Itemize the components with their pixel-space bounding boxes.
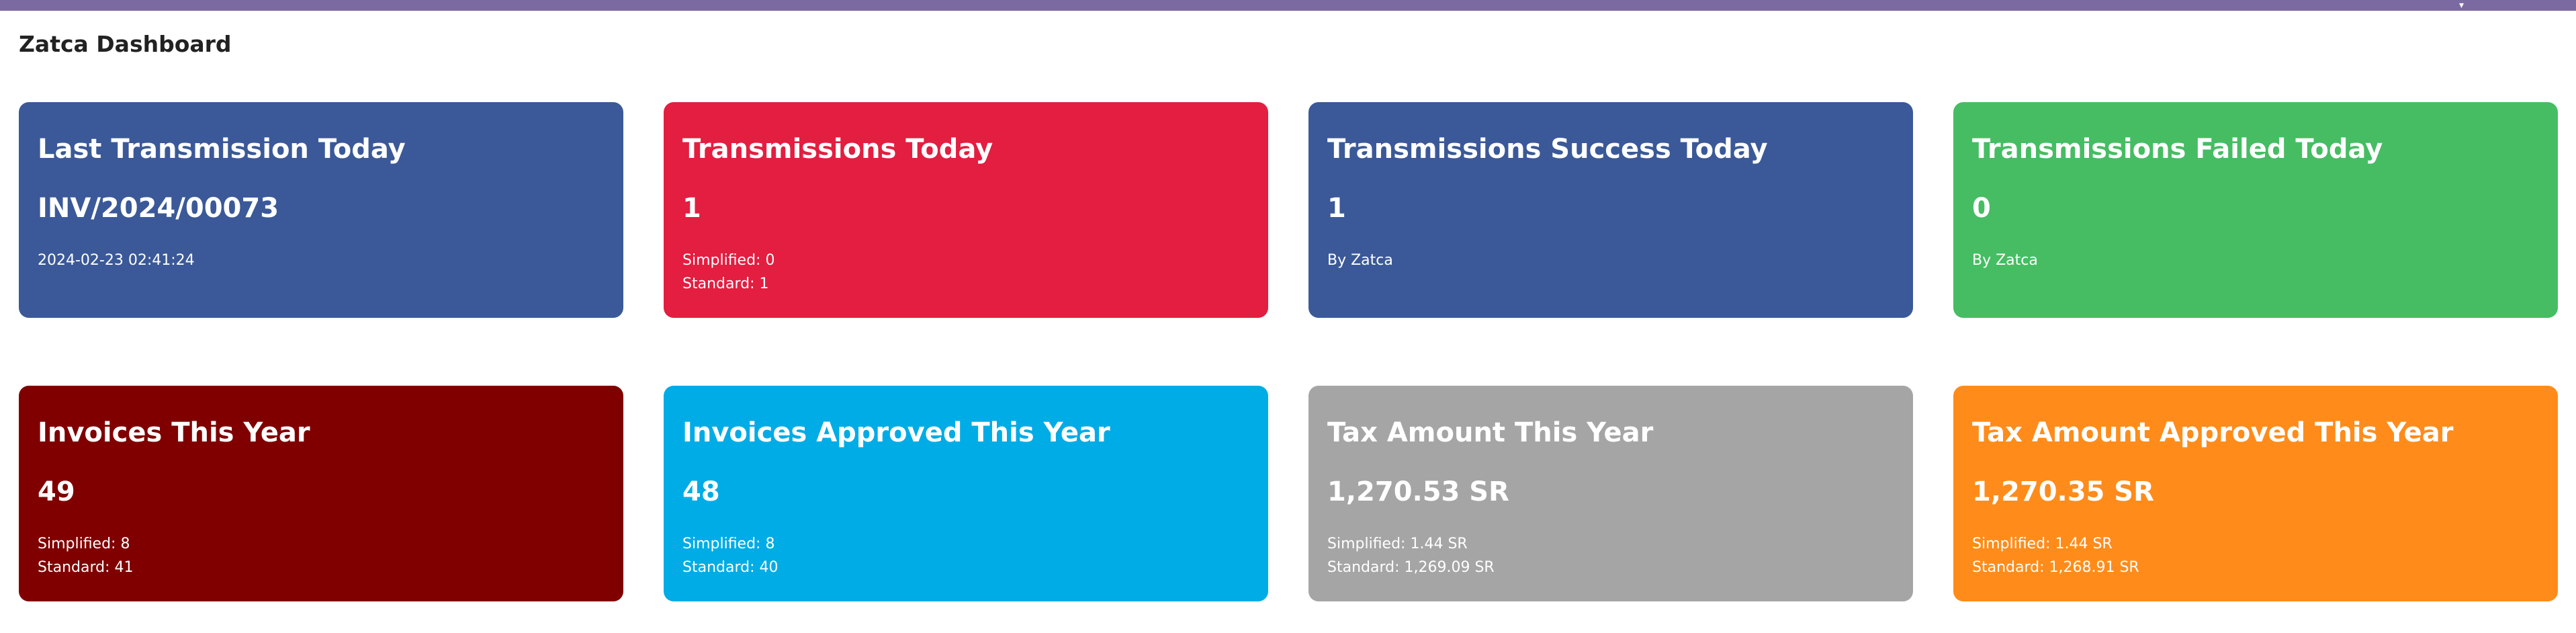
card-value: 1,270.53 SR [1327, 476, 1509, 507]
card-value: 0 [1972, 193, 1991, 224]
card-title: Invoices This Year [38, 417, 310, 448]
card-transmissions-success-today[interactable]: Transmissions Success Today 1 By Zatca [1308, 102, 1913, 318]
card-title: Last Transmission Today [38, 134, 406, 165]
card-detail-standard: Standard: 1 [682, 276, 769, 292]
card-title: Invoices Approved This Year [682, 417, 1110, 448]
card-detail-standard: Standard: 1,269.09 SR [1327, 559, 1495, 576]
card-title: Tax Amount Approved This Year [1972, 417, 2454, 448]
card-transmissions-today[interactable]: Transmissions Today 1 Simplified: 0 Stan… [664, 102, 1268, 318]
card-value: 48 [682, 476, 720, 507]
dashboard-grid: Last Transmission Today INV/2024/00073 2… [0, 0, 2576, 633]
card-title: Transmissions Today [682, 134, 993, 165]
card-detail-standard: Standard: 40 [682, 559, 779, 576]
card-transmissions-failed-today[interactable]: Transmissions Failed Today 0 By Zatca [1953, 102, 2558, 318]
card-invoices-approved-this-year[interactable]: Invoices Approved This Year 48 Simplifie… [664, 386, 1268, 601]
card-last-transmission-today[interactable]: Last Transmission Today INV/2024/00073 2… [19, 102, 623, 318]
card-detail-source: By Zatca [1972, 252, 2038, 269]
card-value: 1,270.35 SR [1972, 476, 2154, 507]
card-detail-simplified: Simplified: 8 [38, 536, 130, 552]
card-value: INV/2024/00073 [38, 193, 279, 224]
card-title: Transmissions Failed Today [1972, 134, 2383, 165]
card-detail-simplified: Simplified: 1.44 SR [1972, 536, 2113, 552]
card-invoices-this-year[interactable]: Invoices This Year 49 Simplified: 8 Stan… [19, 386, 623, 601]
card-detail-simplified: Simplified: 0 [682, 252, 775, 269]
card-title: Transmissions Success Today [1327, 134, 1768, 165]
card-tax-amount-this-year[interactable]: Tax Amount This Year 1,270.53 SR Simplif… [1308, 386, 1913, 601]
card-detail-simplified: Simplified: 8 [682, 536, 775, 552]
card-value: 1 [682, 193, 701, 224]
card-detail-timestamp: 2024-02-23 02:41:24 [38, 252, 195, 269]
card-value: 49 [38, 476, 75, 507]
card-detail-standard: Standard: 41 [38, 559, 134, 576]
card-detail-simplified: Simplified: 1.44 SR [1327, 536, 1468, 552]
card-title: Tax Amount This Year [1327, 417, 1654, 448]
card-value: 1 [1327, 193, 1346, 224]
card-detail-source: By Zatca [1327, 252, 1393, 269]
card-tax-amount-approved-this-year[interactable]: Tax Amount Approved This Year 1,270.35 S… [1953, 386, 2558, 601]
card-detail-standard: Standard: 1,268.91 SR [1972, 559, 2139, 576]
